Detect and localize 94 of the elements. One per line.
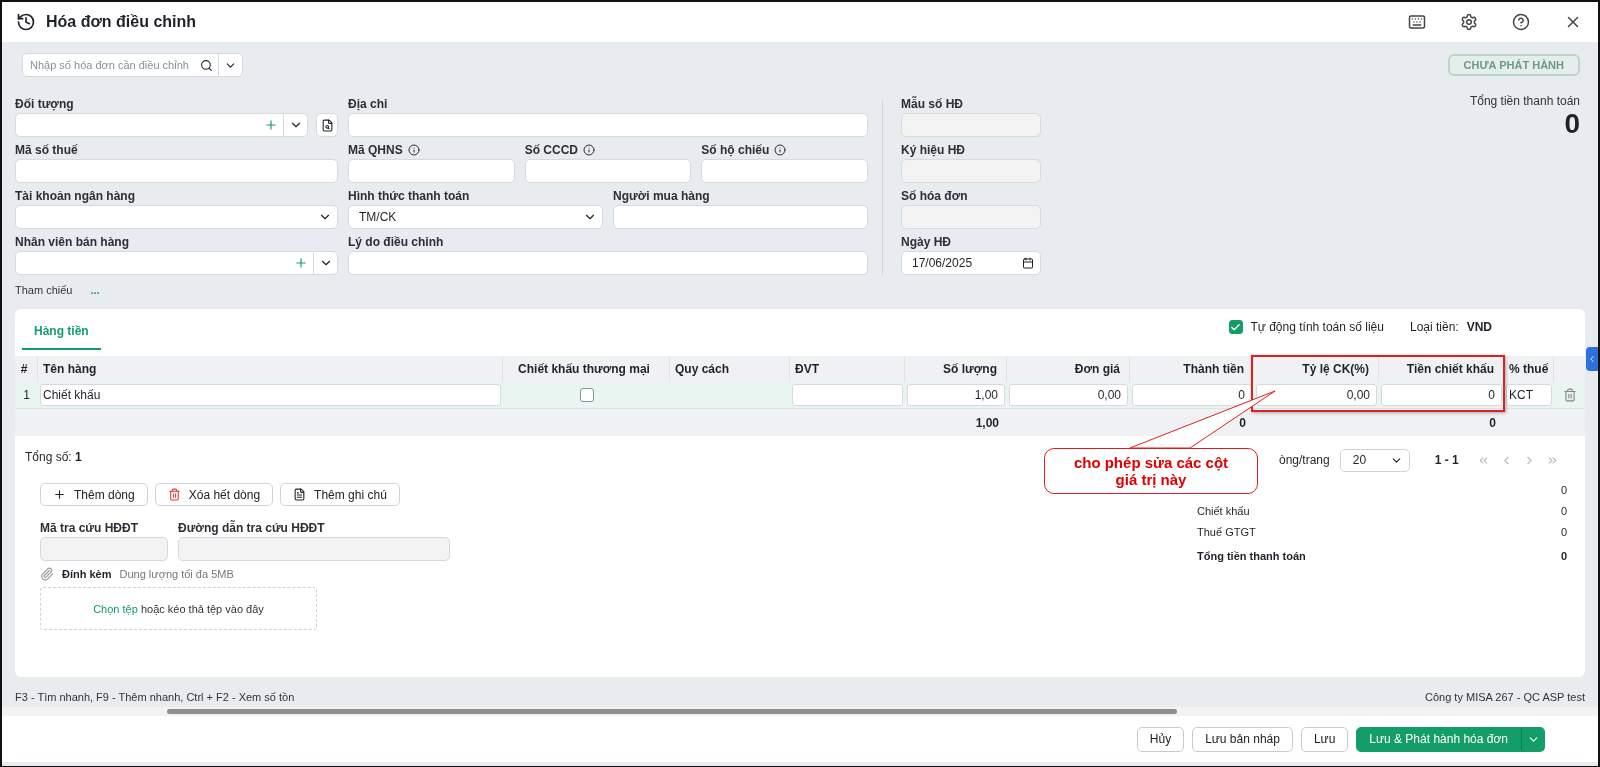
footer-button[interactable]: Lưu bản nháp (1192, 726, 1293, 752)
input-field[interactable] (701, 159, 868, 183)
collapse-icon[interactable] (1586, 347, 1598, 371)
calendar-icon[interactable] (1022, 257, 1034, 269)
input-field[interactable] (348, 113, 868, 137)
field-label: Ký hiệu HĐ (901, 141, 966, 159)
table-input[interactable]: KCT (1506, 384, 1552, 406)
table-input[interactable]: Chiết khấu (40, 384, 501, 406)
currency-label: Loại tiền: (1409, 320, 1459, 334)
currency-value: VND (1466, 320, 1492, 334)
input-field[interactable] (15, 159, 338, 183)
field-label: Người mua hàng (613, 187, 711, 205)
scrollbar[interactable] (2, 707, 1598, 716)
field-label: Số hóa đơn (901, 187, 969, 205)
field-label: Hình thức thanh toán (348, 187, 471, 205)
field-label: Địa chỉ (348, 95, 389, 113)
summary-label: Chiết khấu (1197, 504, 1250, 517)
table-input[interactable]: 0 (1381, 384, 1502, 406)
table-total: 0 (1238, 414, 1247, 432)
summary-value: 0 (1560, 525, 1567, 538)
note-icon (293, 488, 307, 501)
search-field[interactable]: Nhập số hóa đơn cần điều chỉnh (22, 53, 243, 77)
field-label: Số CCCD (524, 140, 692, 159)
checkbox[interactable] (579, 388, 594, 402)
rows-per-page-label: òng/trang (1279, 453, 1330, 467)
total-label: Tổng tiền thanh toán (1469, 94, 1580, 108)
action-button[interactable]: Thêm dòng (40, 483, 148, 506)
input-field[interactable] (524, 159, 692, 183)
date-field[interactable]: 17/06/2025 (901, 251, 1041, 275)
table-input[interactable]: 0,00 (1009, 384, 1128, 406)
footer-button[interactable]: Lưu (1300, 726, 1349, 752)
file-search-icon (320, 118, 334, 132)
total-count: Tổng số: 1 (25, 450, 82, 464)
dropdown-field[interactable]: TM/CK (348, 205, 603, 229)
field-label: Ngày HĐ (901, 233, 952, 251)
field-label: Đường dẫn tra cứu HĐĐT (178, 519, 326, 537)
lookup-button[interactable] (316, 113, 338, 137)
add-icon[interactable] (264, 118, 278, 132)
action-button[interactable]: Xóa hết dòng (154, 483, 274, 506)
field-label: Nhân viên bán hàng (15, 233, 130, 251)
summary-value: 0 (1560, 483, 1567, 496)
tab[interactable]: Hàng tiền (22, 324, 101, 350)
caret-icon[interactable] (1521, 726, 1545, 752)
input-field[interactable] (15, 251, 338, 275)
shortcut-hint: F3 - Tìm nhanh, F9 - Thêm nhanh, Ctrl + F2 - Xem số tồn (15, 691, 295, 703)
field-label: Lý do điều chỉnh (348, 233, 445, 251)
reference-label: Tham chiếu (15, 284, 73, 296)
table-input[interactable]: 0,00 (1256, 384, 1377, 406)
dropdown-field[interactable] (15, 205, 338, 229)
choose-file-link[interactable]: Chọn tệp (93, 602, 138, 615)
summary-value: 0 (1560, 549, 1567, 562)
input-field[interactable] (348, 251, 868, 275)
checkbox[interactable] (1228, 320, 1243, 334)
paperclip-icon (40, 567, 54, 581)
table-input[interactable]: 1,00 (907, 384, 1005, 406)
summary-label: Thuế GTGT (1197, 525, 1256, 538)
action-button[interactable]: Thêm ghi chú (280, 483, 400, 506)
row-number: 1 (22, 387, 31, 404)
trash-icon (167, 488, 181, 501)
summary-value: 0 (1560, 504, 1567, 517)
drop-zone[interactable]: Chọn tệp hoặc kéo thả tệp vào đây (40, 587, 317, 630)
field-label: Mã tra cứu HĐĐT (40, 519, 140, 537)
search-icon[interactable] (199, 58, 213, 72)
window-title: Hóa đơn điều chỉnh (46, 13, 198, 31)
checkbox-label: Tự động tính toán số liệu (1250, 320, 1384, 334)
table-total: 0 (1488, 414, 1497, 432)
input-field[interactable] (613, 205, 868, 229)
plus-icon (53, 488, 66, 501)
field-label: Đối tượng (15, 95, 75, 113)
trash-icon[interactable] (1562, 388, 1577, 402)
attachment-hint: Dung lượng tối đa 5MB (119, 568, 234, 580)
total-value: 0 (1564, 108, 1580, 140)
company-name: Công ty MISA 267 - QC ASP test (1425, 691, 1585, 703)
page-range: 1 - 1 (1434, 453, 1459, 467)
callout-note: cho phép sửa các cột giá trị này (1044, 448, 1258, 494)
field-label: Mã QHNS (348, 140, 515, 159)
footer-button[interactable]: Hủy (1136, 726, 1185, 752)
help-icon[interactable] (1510, 11, 1532, 33)
table-total: 1,00 (974, 414, 1000, 432)
field-label: Mẫu số HĐ (901, 95, 964, 113)
page-size-select[interactable]: 20 (1339, 448, 1410, 472)
drop-zone-text: Chọn tệp hoặc kéo thả tệp vào đây (93, 602, 264, 615)
history-icon (16, 12, 36, 32)
add-icon[interactable] (294, 256, 308, 270)
table-input[interactable]: 0 (1132, 384, 1252, 406)
attachment-label: Đính kèm (62, 568, 112, 580)
status-badge: CHƯA PHÁT HÀNH (1447, 54, 1580, 76)
table-input[interactable] (792, 384, 903, 406)
field-label: Số hộ chiếu (701, 140, 868, 159)
input-field[interactable] (348, 159, 515, 183)
field-label: Tài khoản ngân hàng (15, 187, 136, 205)
field-label: Mã số thuế (15, 141, 79, 159)
input-field[interactable] (15, 113, 308, 137)
summary-label: Tổng tiền thanh toán (1197, 549, 1306, 562)
